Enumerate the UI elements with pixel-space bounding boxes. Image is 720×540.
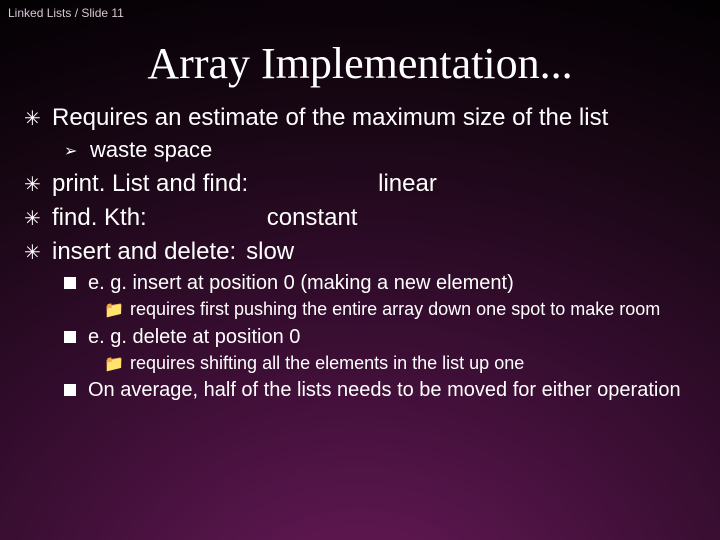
sub-bullet-average: On average, half of the lists needs to b… [22,378,698,403]
asterisk-icon: ✳ [24,107,41,132]
sub-bullet-delete0: e. g. delete at position 0 [22,325,698,350]
bullet-value: slow [236,237,294,267]
bullet-text: On average, half of the lists needs to b… [88,379,681,401]
folder-icon: 📁 [104,301,124,321]
bullet-label: find. Kth: [52,203,147,233]
bullet-text: e. g. delete at position 0 [88,326,300,348]
bullet-insertdelete: ✳ insert and delete: slow [22,237,698,267]
bullet-requires: ✳ Requires an estimate of the maximum si… [22,103,698,133]
slide-content: ✳ Requires an estimate of the maximum si… [0,103,720,403]
bullet-text: Requires an estimate of the maximum size… [52,104,608,131]
bullet-printlist: ✳ print. List and find: linear [22,169,698,199]
subsub-bullet-push: 📁 requires first pushing the entire arra… [22,298,698,321]
bullet-label: insert and delete: [52,237,236,267]
bullet-label: print. List and find: [52,169,248,199]
subsub-bullet-shift: 📁 requires shifting all the elements in … [22,352,698,375]
sub-bullet-insert0: e. g. insert at position 0 (making a new… [22,271,698,296]
breadcrumb: Linked Lists / Slide 11 [8,6,124,20]
folder-icon: 📁 [104,355,124,375]
bullet-text: waste space [90,137,212,162]
asterisk-icon: ✳ [24,207,41,232]
sub-bullet-waste: ➢ waste space [22,137,698,163]
square-icon [64,277,76,289]
square-icon [64,384,76,396]
square-icon [64,331,76,343]
chevron-icon: ➢ [64,141,77,161]
bullet-findkth: ✳ find. Kth: constant [22,203,698,233]
bullet-text: requires first pushing the entire array … [130,299,660,319]
asterisk-icon: ✳ [24,173,41,198]
slide: { "header": { "breadcrumb": "Linked List… [0,0,720,540]
bullet-text: e. g. insert at position 0 (making a new… [88,272,514,294]
bullet-value: constant [147,203,358,233]
bullet-text: requires shifting all the elements in th… [130,353,524,373]
asterisk-icon: ✳ [24,241,41,266]
bullet-value: linear [248,169,437,199]
